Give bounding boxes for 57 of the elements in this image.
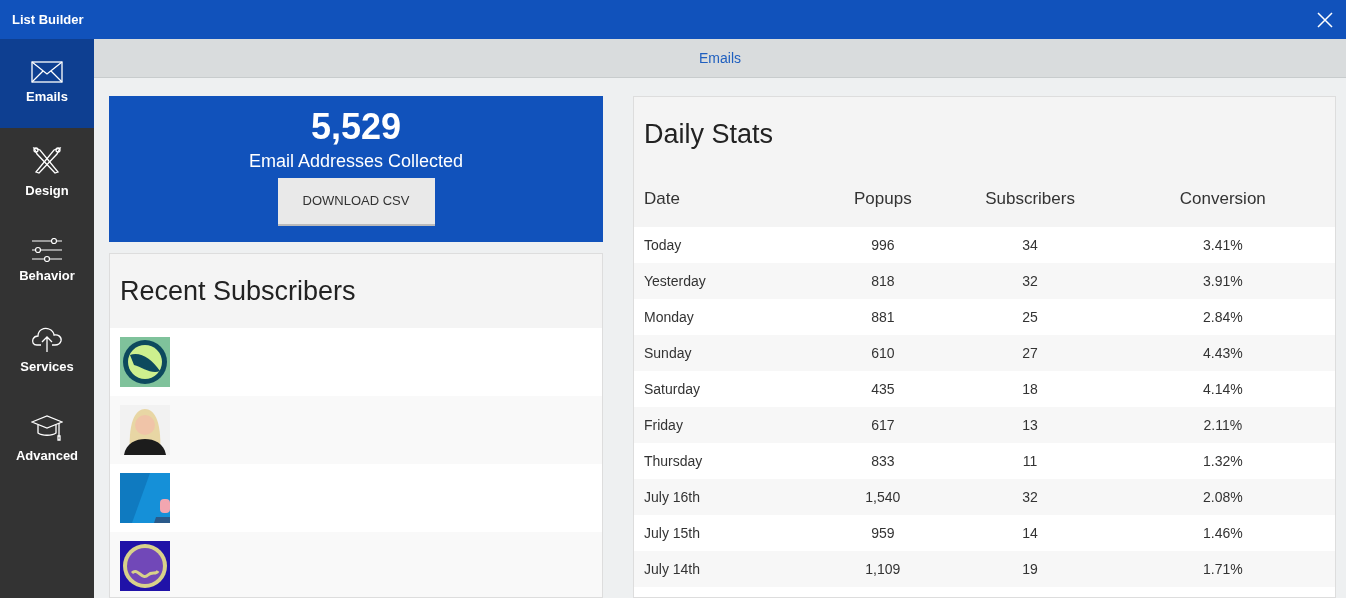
table-cell-text: Monday [643,307,695,327]
table-cell-text: 4.43% [1201,343,1244,363]
table-cell-text: 3.91% [1201,271,1244,291]
table-cell-text: 13 [1021,415,1039,435]
table-cell-text: 833 [870,451,896,471]
table-cell-text: July 14th [643,559,702,579]
table-cell-text: 11 [1021,451,1039,471]
envelope-icon [31,60,63,83]
table-cell-text: Thursday [643,451,704,471]
table-cell-text: 2.84% [1201,307,1244,327]
table-cell-text: 2.08% [1201,487,1244,507]
table-cell-text: 1.32% [1201,451,1244,471]
table-cell-text: Friday [643,415,684,435]
sidebar-item[interactable]: Emails [0,39,94,128]
table-cell-text: Yesterday [643,271,707,291]
email-count: 5,529 [310,106,402,148]
panel-title: Daily Stats [644,117,774,151]
close-button[interactable] [1316,10,1334,29]
table-cell-text: 1,540 [864,487,902,507]
table-cell-text: Today [643,235,683,255]
panel-title: Recent Subscribers [120,274,356,308]
table-cell-text: 14 [1021,523,1039,543]
table-cell-text: Sunday [643,343,693,363]
table-cell-text: 19 [1021,559,1039,579]
table-cell-text: 818 [870,271,896,291]
table-cell-text: 1.71% [1201,559,1244,579]
crossed-brushes-icon [31,144,63,177]
column-header: Popups [853,188,913,211]
sliders-icon [31,237,63,262]
table-cell-text: 27 [1021,343,1039,363]
table-cell-text: 996 [870,235,896,255]
column-header: Conversion [1178,188,1267,211]
table-cell-text: 617 [870,415,896,435]
table-cell-text: 4.14% [1201,379,1244,399]
column-header: Subscribers [984,188,1076,211]
table-cell-text: 1,109 [864,559,902,579]
table-cell-text: 959 [870,523,896,543]
window-title: List Builder [12,10,84,29]
column-header: Date [643,188,681,211]
table-cell-text: 32 [1021,487,1039,507]
table-cell-text: July 15th [643,523,702,543]
section-title: Emails [699,48,741,68]
table-cell-text: 18 [1021,379,1039,399]
table-cell-text: 610 [870,343,896,363]
table-cell-text: 435 [870,379,896,399]
table-cell-text: 25 [1021,307,1039,327]
table-cell-text: 2.11% [1202,415,1244,435]
table-cell-text: July 16th [643,487,702,507]
table-cell-text: 32 [1021,271,1039,291]
table-cell-text: 34 [1021,235,1039,255]
table-cell-text: 1.46% [1201,523,1244,543]
table-cell-text: 881 [870,307,896,327]
table-cell-text: 3.41% [1201,235,1244,255]
table-cell-text: Saturday [643,379,702,399]
graduation-cap-icon [31,413,63,442]
count-label: Email Addresses Collected [248,150,464,173]
download-csv-button[interactable]: DOWNLOAD CSV [277,178,435,226]
